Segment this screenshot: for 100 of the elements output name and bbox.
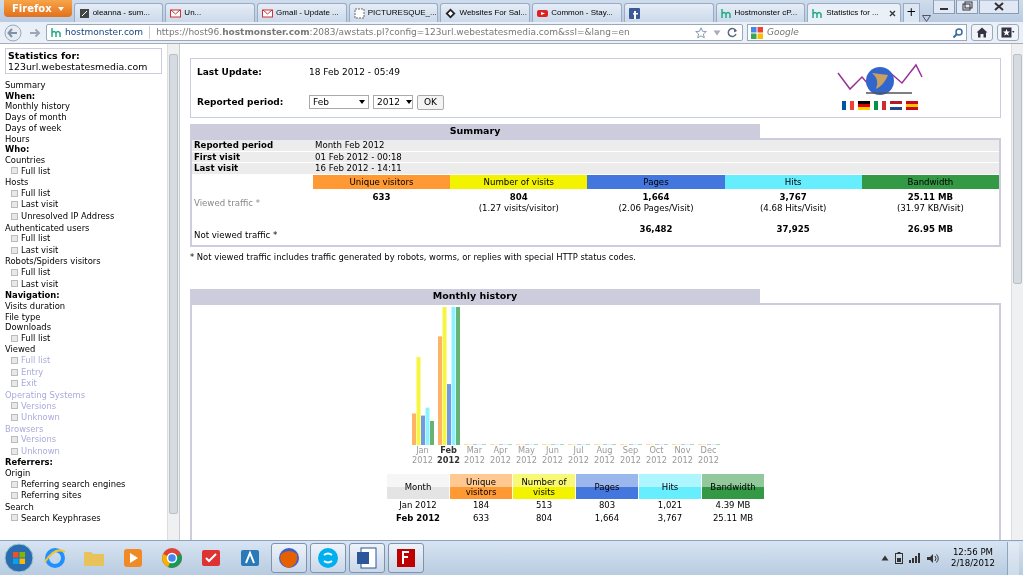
bookmark-icon — [1001, 27, 1015, 38]
page-icon — [353, 7, 365, 19]
site-name: 123url.webestatesmedia.com — [8, 61, 149, 72]
flag-icon[interactable] — [890, 101, 902, 110]
sidebar-link[interactable]: Authenticated users — [5, 222, 90, 234]
sidebar-link[interactable]: Summary — [5, 80, 46, 91]
bookmarks-button[interactable] — [997, 24, 1019, 41]
back-icon[interactable] — [4, 23, 24, 42]
scrollbar[interactable] — [1011, 44, 1023, 540]
sidebar-link[interactable]: Downloads — [5, 322, 51, 333]
browser-tab[interactable] — [623, 3, 714, 22]
flag-icon[interactable] — [842, 101, 854, 110]
axis-label: Aug 2012 — [593, 445, 616, 466]
sidebar-link[interactable]: Hosts — [5, 177, 29, 188]
signal-icon[interactable] — [908, 553, 921, 563]
site-identity-button[interactable]: hostmonster.com — [51, 25, 151, 40]
section-heading: Navigation: — [5, 290, 60, 301]
show-hidden-icons-icon[interactable] — [880, 555, 889, 561]
start-button-icon[interactable] — [4, 543, 34, 573]
table-cell-text: 3,767 — [656, 512, 684, 526]
table-cell-text: 633 — [471, 512, 491, 526]
sidebar-link[interactable]: Full list — [11, 187, 51, 199]
column-header: Month — [387, 474, 449, 500]
speaker-icon[interactable] — [926, 552, 939, 564]
axis-label: Feb 2012 — [436, 445, 461, 466]
browser-tab[interactable]: Hostmonster cP... — [715, 3, 806, 22]
home-button[interactable] — [971, 24, 993, 41]
sidebar-link[interactable]: Full list — [11, 267, 51, 278]
minimize-icon[interactable] — [933, 0, 955, 14]
browser-tab[interactable]: PICTURESQUE_... — [348, 3, 439, 22]
sidebar-link[interactable]: Robots/Spiders visitors — [5, 256, 101, 267]
sidebar-link[interactable]: Hours — [5, 133, 30, 145]
sidebar-link[interactable]: Days of week — [5, 122, 62, 134]
scrollbar[interactable] — [167, 44, 179, 540]
sidebar-link[interactable]: Visits duration — [5, 300, 66, 312]
new-tab-button[interactable]: + — [902, 3, 920, 22]
sidebar-link[interactable]: Monthly history — [5, 101, 70, 113]
sidebar-link[interactable]: Unresolved IP Address — [11, 210, 115, 222]
tab-list-icon[interactable] — [921, 15, 931, 22]
sidebar-link[interactable]: Viewed — [5, 344, 36, 356]
table-cell-text: Feb 2012 — [395, 512, 441, 526]
sidebar-link[interactable]: Last visit — [11, 244, 59, 256]
table-cell-text: 803 — [597, 499, 617, 513]
axis-label: Oct 2012 — [645, 445, 668, 466]
page-icon — [78, 7, 90, 19]
sidebar-link[interactable]: Full list — [11, 233, 51, 244]
sidebar-link[interactable]: Full list — [11, 165, 51, 177]
sidebar-link[interactable]: Countries — [5, 154, 46, 166]
table-cell-text: 1,664 — [593, 512, 621, 526]
close-icon[interactable] — [888, 9, 896, 17]
sidebar-link[interactable]: Days of month — [5, 112, 67, 123]
document-icon — [355, 546, 379, 570]
taskbar-button[interactable] — [388, 543, 424, 573]
video-icon — [537, 7, 549, 19]
sidebar-link[interactable]: Full list — [11, 332, 51, 344]
ok-button[interactable]: OK — [417, 94, 444, 110]
sidebar-link[interactable]: Search Keyphrases — [11, 512, 101, 524]
search-icon[interactable] — [953, 27, 963, 38]
sidebar-link[interactable]: Referring search engines — [11, 478, 126, 490]
restore-icon[interactable] — [956, 0, 978, 14]
sidebar-link[interactable]: Origin — [5, 468, 31, 479]
taskbar-button[interactable] — [349, 543, 385, 573]
browser-tab[interactable]: oleanna - sum... — [73, 3, 164, 22]
last-update-value: 18 Feb 2012 - 05:49 — [309, 66, 401, 80]
star-icon[interactable] — [695, 26, 707, 39]
browser-tab[interactable]: Un... — [165, 3, 256, 22]
section-heading: Referrers: — [5, 457, 53, 468]
browser-tab[interactable]: Statistics for ... — [807, 3, 901, 22]
month-select[interactable]: Feb — [309, 95, 369, 110]
table-cell: Last visit — [192, 163, 313, 175]
table-cell-text: 36,482 — [638, 223, 674, 235]
sidebar-link[interactable]: File type — [5, 311, 41, 323]
table-cell-text: Jan 2012 — [398, 499, 438, 513]
year-select[interactable]: 2012 — [373, 95, 413, 110]
taskbar-button[interactable] — [271, 543, 307, 573]
mail-icon — [262, 7, 274, 19]
browser-icon — [160, 546, 184, 570]
section-title: Monthly history — [190, 289, 760, 304]
field-label: Last Update: — [197, 66, 263, 80]
table-cell-text: (4.68 Hits/Visit) — [758, 202, 828, 214]
flag-icon[interactable] — [858, 101, 870, 110]
browser-tab[interactable]: Common - Stay... — [532, 3, 622, 22]
browser-tab[interactable]: Websites For Sal... — [440, 3, 531, 22]
table-cell-text: 4.39 MB — [714, 499, 752, 513]
reload-icon[interactable] — [727, 27, 738, 38]
close-icon[interactable] — [979, 0, 1019, 14]
table-cell-text: 25.11 MB — [711, 512, 755, 526]
axis-label: Sep 2012 — [619, 445, 642, 466]
search-bar[interactable]: Google — [747, 24, 967, 41]
home-icon — [976, 27, 988, 38]
clock[interactable]: 12:56 PM 2/18/2012 — [944, 547, 1001, 569]
sidebar-link[interactable]: Last visit — [11, 199, 59, 211]
browser-tab[interactable]: Gmail - Update ... — [257, 3, 347, 22]
battery-icon[interactable] — [894, 552, 903, 564]
sidebar-link[interactable]: Referring sites — [11, 490, 82, 502]
sidebar-link[interactable]: Search — [5, 501, 34, 513]
axis-label: Apr 2012 — [489, 445, 512, 466]
table-cell-text: 184 — [471, 499, 491, 513]
sidebar-link[interactable]: Last visit — [11, 278, 59, 290]
fox-globe-icon — [277, 546, 301, 570]
